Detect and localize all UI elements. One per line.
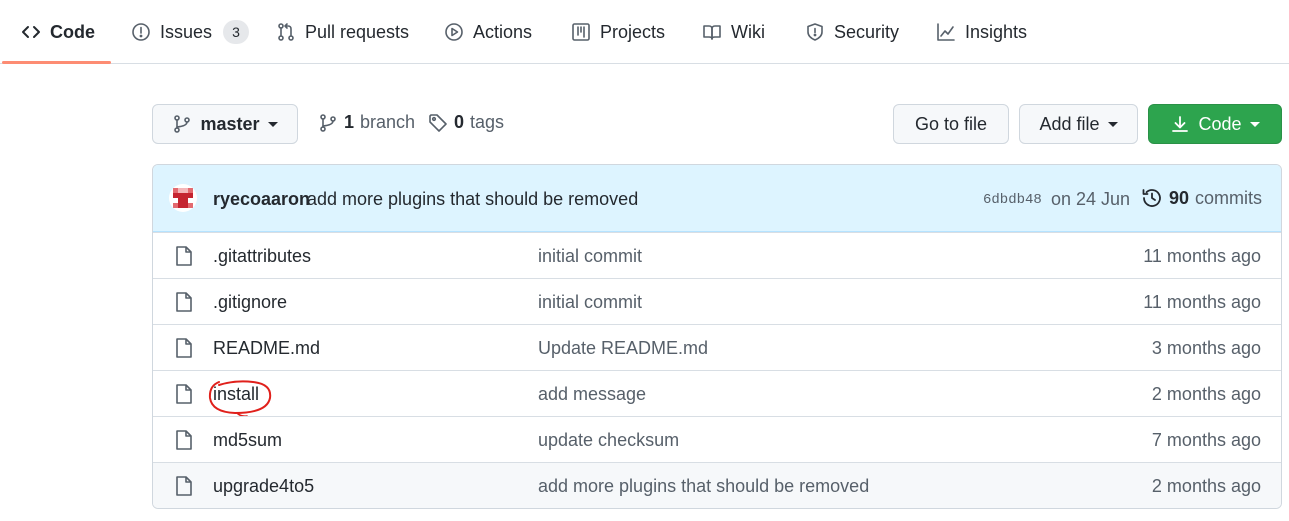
tab-pull-requests[interactable]: Pull requests — [276, 0, 409, 64]
tab-pull-requests-label: Pull requests — [305, 21, 410, 42]
file-name[interactable]: install — [208, 380, 272, 417]
book-icon — [703, 25, 721, 40]
history-icon — [1142, 189, 1161, 207]
shield-icon — [807, 23, 823, 41]
tab-security-label: Security — [834, 21, 900, 42]
commit-author[interactable]: ryecoaaron — [213, 189, 310, 210]
issue-opened-icon — [132, 23, 150, 41]
file-icon — [175, 245, 193, 267]
file-row[interactable]: upgrade4to5 add more plugins that should… — [153, 462, 1281, 508]
file-name[interactable]: README.md — [213, 338, 320, 359]
tab-insights[interactable]: Insights — [936, 0, 1027, 64]
file-list-box: ryecoaaron add more plugins that should … — [152, 164, 1282, 509]
branch-name: master — [200, 113, 260, 134]
code-download-button[interactable]: Code — [1148, 104, 1282, 144]
go-to-file-label: Go to file — [914, 113, 988, 134]
chevron-down-icon — [1107, 121, 1118, 127]
file-commit-message[interactable]: add more plugins that should be removed — [538, 476, 869, 497]
file-row[interactable]: md5sum update checksum 7 months ago — [153, 416, 1281, 462]
tag-count: 0 — [454, 112, 465, 132]
graph-icon — [937, 23, 955, 41]
tab-issues-label: Issues — [160, 21, 213, 42]
file-commit-age: 2 months ago — [1151, 384, 1261, 404]
file-icon — [175, 337, 193, 359]
identicon-image — [173, 188, 193, 208]
issues-count-badge: 3 — [223, 20, 250, 44]
commit-sha[interactable]: 6dbdb48 — [983, 192, 1042, 208]
file-icon — [175, 429, 193, 451]
tab-actions[interactable]: Actions — [444, 0, 532, 64]
tab-code-label: Code — [50, 21, 95, 42]
file-row[interactable]: install add message 2 months ago — [153, 370, 1281, 417]
git-pull-request-icon — [278, 23, 294, 41]
code-icon — [22, 26, 40, 38]
add-file-button[interactable]: Add file — [1019, 104, 1138, 144]
tab-projects[interactable]: Projects — [571, 0, 665, 64]
tab-wiki-label: Wiki — [731, 21, 765, 42]
table-icon — [572, 23, 590, 41]
file-commit-age: 11 months ago — [1143, 292, 1261, 312]
tags-link[interactable]: 0 tags — [428, 112, 504, 133]
file-icon — [175, 475, 193, 497]
file-icon — [175, 291, 193, 313]
commit-date: on 24 Jun — [1051, 189, 1131, 209]
add-file-label: Add file — [1039, 113, 1100, 134]
file-name[interactable]: upgrade4to5 — [213, 476, 314, 497]
commit-count: 90 — [1168, 187, 1189, 208]
tab-security[interactable]: Security — [805, 0, 899, 64]
branch-selector-button[interactable]: master — [152, 104, 298, 144]
file-commit-message[interactable]: Update README.md — [538, 338, 708, 359]
file-commit-age: 11 months ago — [1143, 246, 1261, 266]
file-commit-message[interactable]: add message — [538, 384, 646, 405]
tab-actions-label: Actions — [473, 21, 533, 42]
file-name[interactable]: .gitignore — [213, 292, 287, 313]
tab-issues[interactable]: Issues 3 — [131, 0, 250, 64]
file-name[interactable]: .gitattributes — [213, 246, 311, 267]
commit-history-link[interactable]: 90 commits — [1141, 187, 1262, 209]
tag-label: tags — [470, 112, 505, 132]
file-row[interactable]: README.md Update README.md 3 months ago — [153, 324, 1281, 370]
code-button-label: Code — [1198, 113, 1242, 134]
download-icon — [1172, 116, 1189, 132]
chevron-down-icon — [267, 121, 278, 127]
selected-tab-indicator — [2, 61, 111, 64]
file-row[interactable]: .gitattributes initial commit 11 months … — [153, 232, 1281, 278]
commit-message[interactable]: add more plugins that should be removed — [307, 189, 638, 210]
branches-link[interactable]: 1 branch — [318, 112, 415, 133]
tab-projects-label: Projects — [600, 21, 666, 42]
avatar[interactable] — [169, 184, 197, 212]
tab-insights-label: Insights — [965, 21, 1028, 42]
repo-tab-nav: Code Issues 3 Pull requests Actions Proj… — [0, 0, 1289, 64]
play-icon — [445, 23, 463, 41]
file-commit-message[interactable]: initial commit — [538, 292, 642, 313]
git-branch-icon — [174, 115, 191, 133]
branch-count: 1 — [344, 112, 355, 132]
file-icon — [175, 383, 193, 405]
file-commit-age: 2 months ago — [1151, 476, 1261, 496]
tag-icon — [429, 113, 447, 132]
git-branch-icon — [320, 113, 336, 132]
file-commit-message[interactable]: initial commit — [538, 246, 642, 267]
branch-label: branch — [360, 112, 416, 132]
file-commit-message[interactable]: update checksum — [538, 430, 679, 451]
file-commit-age: 3 months ago — [1151, 338, 1261, 358]
commit-count-label: commits — [1195, 187, 1262, 208]
chevron-down-icon — [1249, 121, 1260, 127]
file-row[interactable]: .gitignore initial commit 11 months ago — [153, 278, 1281, 324]
file-name[interactable]: md5sum — [213, 430, 282, 451]
red-circle-annotation — [208, 380, 272, 417]
tab-code[interactable]: Code — [21, 0, 95, 64]
file-commit-age: 7 months ago — [1151, 430, 1261, 450]
go-to-file-button[interactable]: Go to file — [893, 104, 1009, 144]
latest-commit-bar: ryecoaaron add more plugins that should … — [153, 165, 1281, 232]
tab-wiki[interactable]: Wiki — [702, 0, 765, 64]
